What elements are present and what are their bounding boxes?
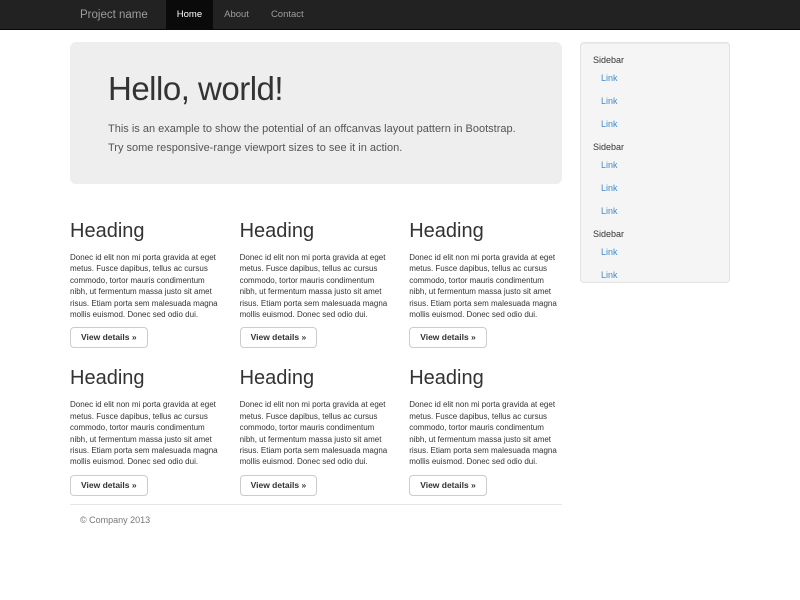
sidebar-link[interactable]: Link: [601, 183, 717, 193]
nav-item-contact[interactable]: Contact: [260, 0, 315, 30]
view-details-button[interactable]: View details »: [409, 327, 487, 348]
card-body-text: Donec id elit non mi porta gravida at eg…: [70, 252, 223, 320]
card-body-text: Donec id elit non mi porta gravida at eg…: [240, 399, 393, 467]
card-body-text: Donec id elit non mi porta gravida at eg…: [70, 399, 223, 467]
view-details-button[interactable]: View details »: [240, 475, 318, 496]
sidebar-well: Sidebar Link Link Link Sidebar Link Link…: [580, 42, 730, 283]
card: Heading Donec id elit non mi porta gravi…: [409, 201, 562, 348]
sidebar-group-3: Sidebar Link Link: [593, 229, 717, 280]
card-heading: Heading: [409, 219, 562, 243]
jumbotron-description: This is an example to show the potential…: [108, 120, 524, 158]
card: Heading Donec id elit non mi porta gravi…: [240, 201, 393, 348]
card: Heading Donec id elit non mi porta gravi…: [240, 348, 393, 495]
card: Heading Donec id elit non mi porta gravi…: [70, 348, 223, 495]
card-body-text: Donec id elit non mi porta gravida at eg…: [409, 399, 562, 467]
page-footer: © Company 2013: [70, 515, 562, 525]
page-container: Hello, world! This is an example to show…: [70, 42, 730, 525]
sidebar-link[interactable]: Link: [601, 73, 717, 83]
sidebar-link[interactable]: Link: [601, 96, 717, 106]
card-heading: Heading: [240, 219, 393, 243]
sidebar-link[interactable]: Link: [601, 160, 717, 170]
page-title: Hello, world!: [108, 70, 524, 108]
sidebar-group-title: Sidebar: [593, 142, 717, 152]
navbar-container: Project name Home About Contact: [70, 0, 730, 30]
sidebar-group-2: Sidebar Link Link Link: [593, 142, 717, 216]
card-heading: Heading: [70, 366, 223, 390]
view-details-button[interactable]: View details »: [240, 327, 318, 348]
sidebar-group-title: Sidebar: [593, 55, 717, 65]
card: Heading Donec id elit non mi porta gravi…: [409, 348, 562, 495]
nav-item-about[interactable]: About: [213, 0, 260, 30]
card-heading: Heading: [409, 366, 562, 390]
brand-link[interactable]: Project name: [70, 0, 158, 30]
view-details-button[interactable]: View details »: [70, 327, 148, 348]
main-nav: Home About Contact: [166, 0, 315, 30]
main-content: Hello, world! This is an example to show…: [70, 42, 562, 525]
sidebar-group-1: Sidebar Link Link Link: [593, 55, 717, 129]
sidebar-link[interactable]: Link: [601, 206, 717, 216]
sidebar-group-title: Sidebar: [593, 229, 717, 239]
card-heading: Heading: [70, 219, 223, 243]
view-details-button[interactable]: View details »: [409, 475, 487, 496]
view-details-button[interactable]: View details »: [70, 475, 148, 496]
footer-divider: [70, 504, 562, 505]
card: Heading Donec id elit non mi porta gravi…: [70, 201, 223, 348]
card-row-2: Heading Donec id elit non mi porta gravi…: [70, 348, 562, 495]
nav-item-home[interactable]: Home: [166, 0, 213, 30]
card-body-text: Donec id elit non mi porta gravida at eg…: [240, 252, 393, 320]
sidebar-column: Sidebar Link Link Link Sidebar Link Link…: [580, 42, 730, 283]
top-navbar: Project name Home About Contact: [0, 0, 800, 30]
copyright-text: © Company 2013: [80, 515, 562, 525]
card-body-text: Donec id elit non mi porta gravida at eg…: [409, 252, 562, 320]
card-row-1: Heading Donec id elit non mi porta gravi…: [70, 201, 562, 348]
card-heading: Heading: [240, 366, 393, 390]
sidebar-link[interactable]: Link: [601, 270, 717, 280]
sidebar-link[interactable]: Link: [601, 119, 717, 129]
sidebar-link[interactable]: Link: [601, 247, 717, 257]
jumbotron: Hello, world! This is an example to show…: [70, 42, 562, 184]
